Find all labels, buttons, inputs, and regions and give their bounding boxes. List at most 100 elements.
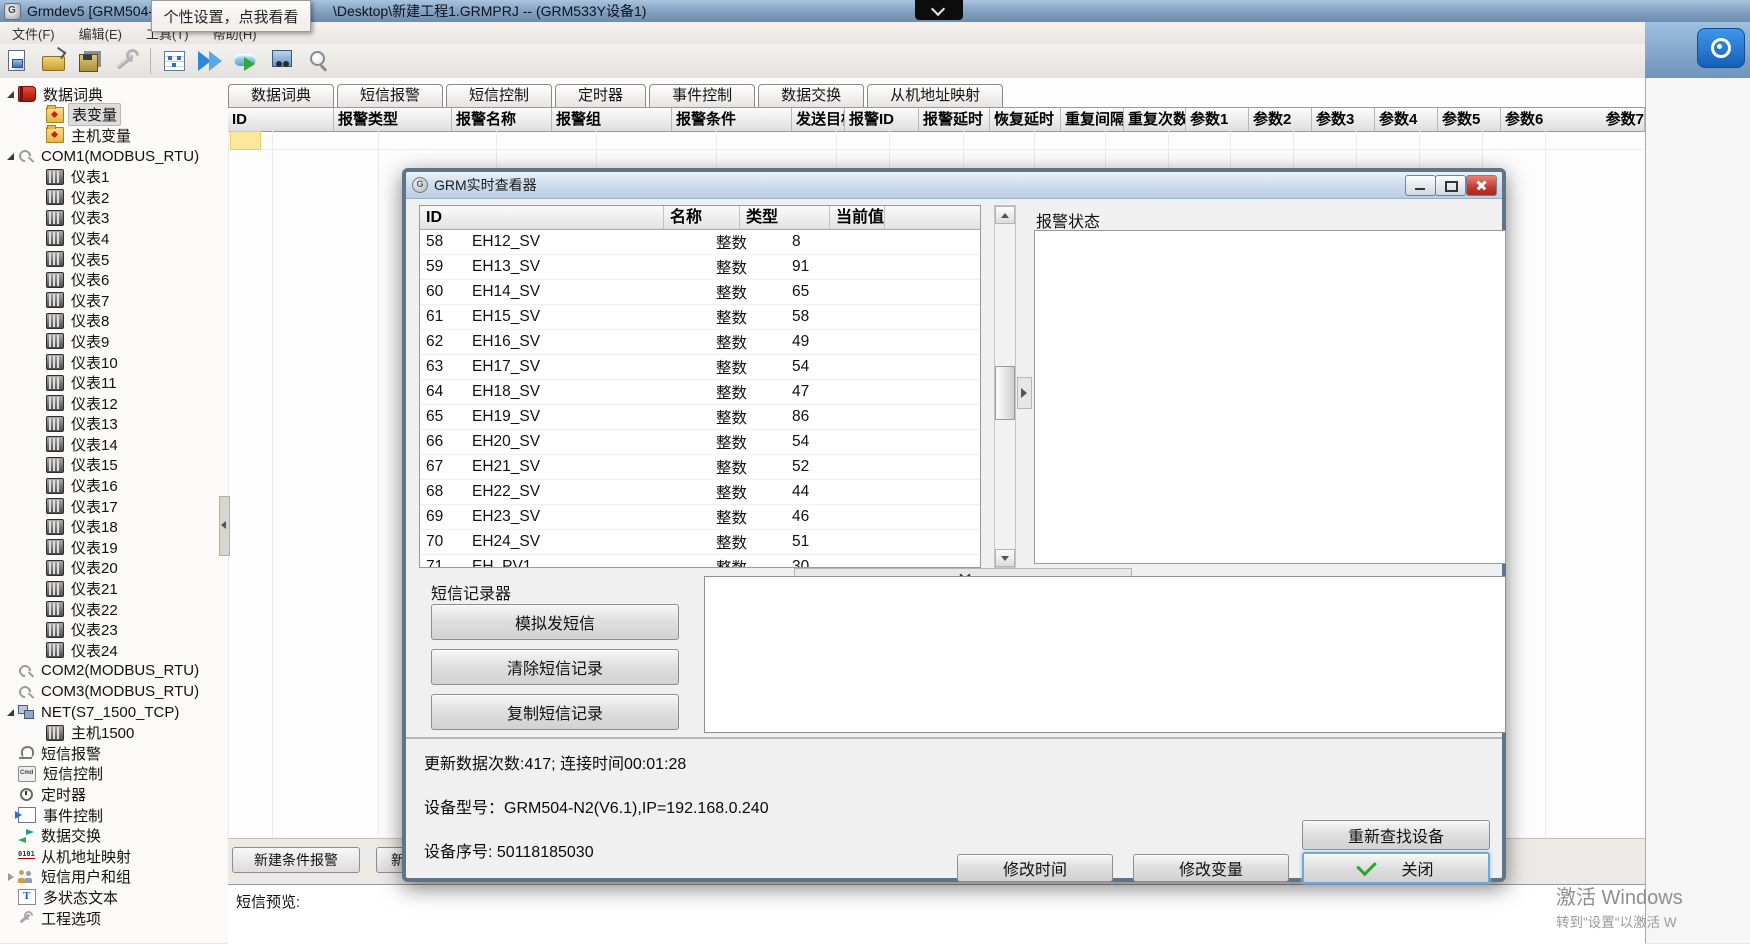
tree-expand-arrow-icon[interactable]: [5, 870, 18, 884]
tree-node-label[interactable]: 仪表14: [68, 434, 121, 455]
variable-header-cell[interactable]: 名称: [664, 206, 740, 229]
tree-expand-arrow-icon[interactable]: [33, 458, 46, 472]
variable-row[interactable]: 68 EH22_SV 整数 44: [420, 480, 980, 505]
tree-item[interactable]: 仪表19: [0, 537, 228, 558]
tree-item[interactable]: 仪表20: [0, 558, 228, 579]
alarm-header-cell[interactable]: 参数4: [1375, 108, 1438, 131]
tree-expand-arrow-icon[interactable]: [33, 128, 46, 142]
scrollbar-thumb[interactable]: [995, 366, 1015, 420]
tree-expand-arrow-icon[interactable]: [33, 540, 46, 554]
tree-expand-arrow-icon[interactable]: [5, 829, 18, 843]
tree-node-label[interactable]: 仪表6: [68, 269, 112, 290]
new-condition-alarm-button[interactable]: 新建条件报警: [232, 847, 360, 873]
tree-expand-arrow-icon[interactable]: [5, 87, 18, 101]
toolbar-icon[interactable]: [75, 47, 105, 75]
tree-expand-arrow-icon[interactable]: [5, 664, 18, 678]
tree-item[interactable]: 工程选项: [0, 908, 228, 929]
alarm-header-cell[interactable]: 报警组: [552, 108, 672, 131]
tree-expand-arrow-icon[interactable]: [33, 623, 46, 637]
tree-node-label[interactable]: 仪表22: [68, 599, 121, 620]
tree-item[interactable]: 仪表6: [0, 269, 228, 290]
tree-expand-arrow-icon[interactable]: [5, 746, 18, 760]
tree-node-label[interactable]: 仪表13: [68, 413, 121, 434]
tree-item[interactable]: 定时器: [0, 784, 228, 805]
variable-row[interactable]: 59 EH13_SV 整数 91: [420, 255, 980, 280]
toolbar-icon[interactable]: [304, 47, 334, 75]
copy-sms-record-button[interactable]: 复制短信记录: [431, 694, 679, 730]
tree-item[interactable]: 仪表23: [0, 619, 228, 640]
tree-item[interactable]: 仪表24: [0, 640, 228, 661]
clear-sms-record-button[interactable]: 清除短信记录: [431, 649, 679, 685]
tree-item[interactable]: 仪表22: [0, 599, 228, 620]
tree-node-label[interactable]: COM2(MODBUS_RTU): [38, 662, 202, 679]
tree-expand-arrow-icon[interactable]: [33, 108, 46, 122]
tree-node-label[interactable]: 仪表4: [68, 228, 112, 249]
tree-item[interactable]: 表变量: [0, 105, 228, 126]
tree-node-label[interactable]: 仪表7: [68, 290, 112, 311]
tree-item[interactable]: 仪表11: [0, 372, 228, 393]
tab[interactable]: 事件控制: [649, 84, 755, 107]
tab[interactable]: 短信报警: [337, 84, 443, 107]
tree-node-label[interactable]: 仪表10: [68, 352, 121, 373]
tree-item[interactable]: 短信用户和组: [0, 867, 228, 888]
tree-expand-arrow-icon[interactable]: [33, 417, 46, 431]
tree-item[interactable]: COM3(MODBUS_RTU): [0, 681, 228, 702]
tab[interactable]: 数据交换: [758, 84, 864, 107]
tree-item[interactable]: 仪表15: [0, 455, 228, 476]
scroll-up-arrow-icon[interactable]: [995, 206, 1015, 224]
toolbar-icon[interactable]: [268, 47, 298, 75]
variable-row[interactable]: 60 EH14_SV 整数 65: [420, 280, 980, 305]
tree-expand-arrow-icon[interactable]: [33, 643, 46, 657]
tree-node-label[interactable]: 仪表5: [68, 249, 112, 270]
tree-expand-arrow-icon[interactable]: [33, 334, 46, 348]
alarm-header-cell[interactable]: ID: [228, 108, 334, 131]
pane-splitter-handle[interactable]: [1017, 377, 1032, 409]
variable-header-cell[interactable]: 类型: [740, 206, 830, 229]
tree-item[interactable]: 仪表12: [0, 393, 228, 414]
close-icon[interactable]: [1466, 175, 1497, 196]
toolbar-icon[interactable]: [232, 47, 262, 75]
tab[interactable]: 数据词典: [228, 84, 334, 107]
tree-expand-arrow-icon[interactable]: [33, 314, 46, 328]
tree-node-label[interactable]: 仪表20: [68, 557, 121, 578]
tree-expand-arrow-icon[interactable]: [33, 520, 46, 534]
tree-expand-arrow-icon[interactable]: [5, 849, 18, 863]
variable-row[interactable]: 63 EH17_SV 整数 54: [420, 355, 980, 380]
tree-expand-arrow-icon[interactable]: [33, 355, 46, 369]
variable-row[interactable]: 66 EH20_SV 整数 54: [420, 430, 980, 455]
tab[interactable]: 短信控制: [446, 84, 552, 107]
tree-node-label[interactable]: 仪表24: [68, 640, 121, 661]
tree-item[interactable]: 从机地址映射: [0, 846, 228, 867]
variable-row[interactable]: 64 EH18_SV 整数 47: [420, 380, 980, 405]
tree-expand-arrow-icon[interactable]: [33, 726, 46, 740]
tree-item[interactable]: 数据词典: [0, 84, 228, 105]
tree-expand-arrow-icon[interactable]: [33, 273, 46, 287]
toolbar-icon[interactable]: [3, 47, 33, 75]
tree-node-label[interactable]: 仪表9: [68, 331, 112, 352]
refind-device-button[interactable]: 重新查找设备: [1302, 820, 1490, 850]
tree-node-label[interactable]: 数据词典: [40, 84, 106, 105]
tree-item[interactable]: 事件控制: [0, 805, 228, 826]
tree-node-label[interactable]: 从机地址映射: [38, 846, 134, 867]
tree-node-label[interactable]: 多状态文本: [40, 887, 121, 908]
simulate-sms-button[interactable]: 模拟发短信: [431, 604, 679, 640]
variable-row[interactable]: 61 EH15_SV 整数 58: [420, 305, 980, 330]
tree-expand-arrow-icon[interactable]: [5, 685, 18, 699]
tree-expand-arrow-icon[interactable]: [33, 190, 46, 204]
alarm-header-cell[interactable]: 报警ID: [845, 108, 919, 131]
tree-node-label[interactable]: 仪表15: [68, 454, 121, 475]
tree-node-label[interactable]: 仪表17: [68, 496, 121, 517]
tree-node-label[interactable]: 仪表18: [68, 516, 121, 537]
close-button[interactable]: 关闭: [1302, 852, 1490, 884]
tree-node-label[interactable]: 仪表8: [68, 310, 112, 331]
tree-item[interactable]: 仪表18: [0, 516, 228, 537]
tree-node-label[interactable]: 短信用户和组: [38, 866, 134, 887]
alarm-header-cell[interactable]: 参数2: [1249, 108, 1312, 131]
tree-node-label[interactable]: 定时器: [38, 784, 89, 805]
tree-expand-arrow-icon[interactable]: [5, 911, 18, 925]
tree-expand-arrow-icon[interactable]: [33, 293, 46, 307]
tree-item[interactable]: 仪表4: [0, 228, 228, 249]
tree-node-label[interactable]: 数据交换: [38, 825, 104, 846]
alarm-header-cell[interactable]: 报警延时: [919, 108, 990, 131]
tree-node-label[interactable]: 工程选项: [38, 908, 104, 929]
